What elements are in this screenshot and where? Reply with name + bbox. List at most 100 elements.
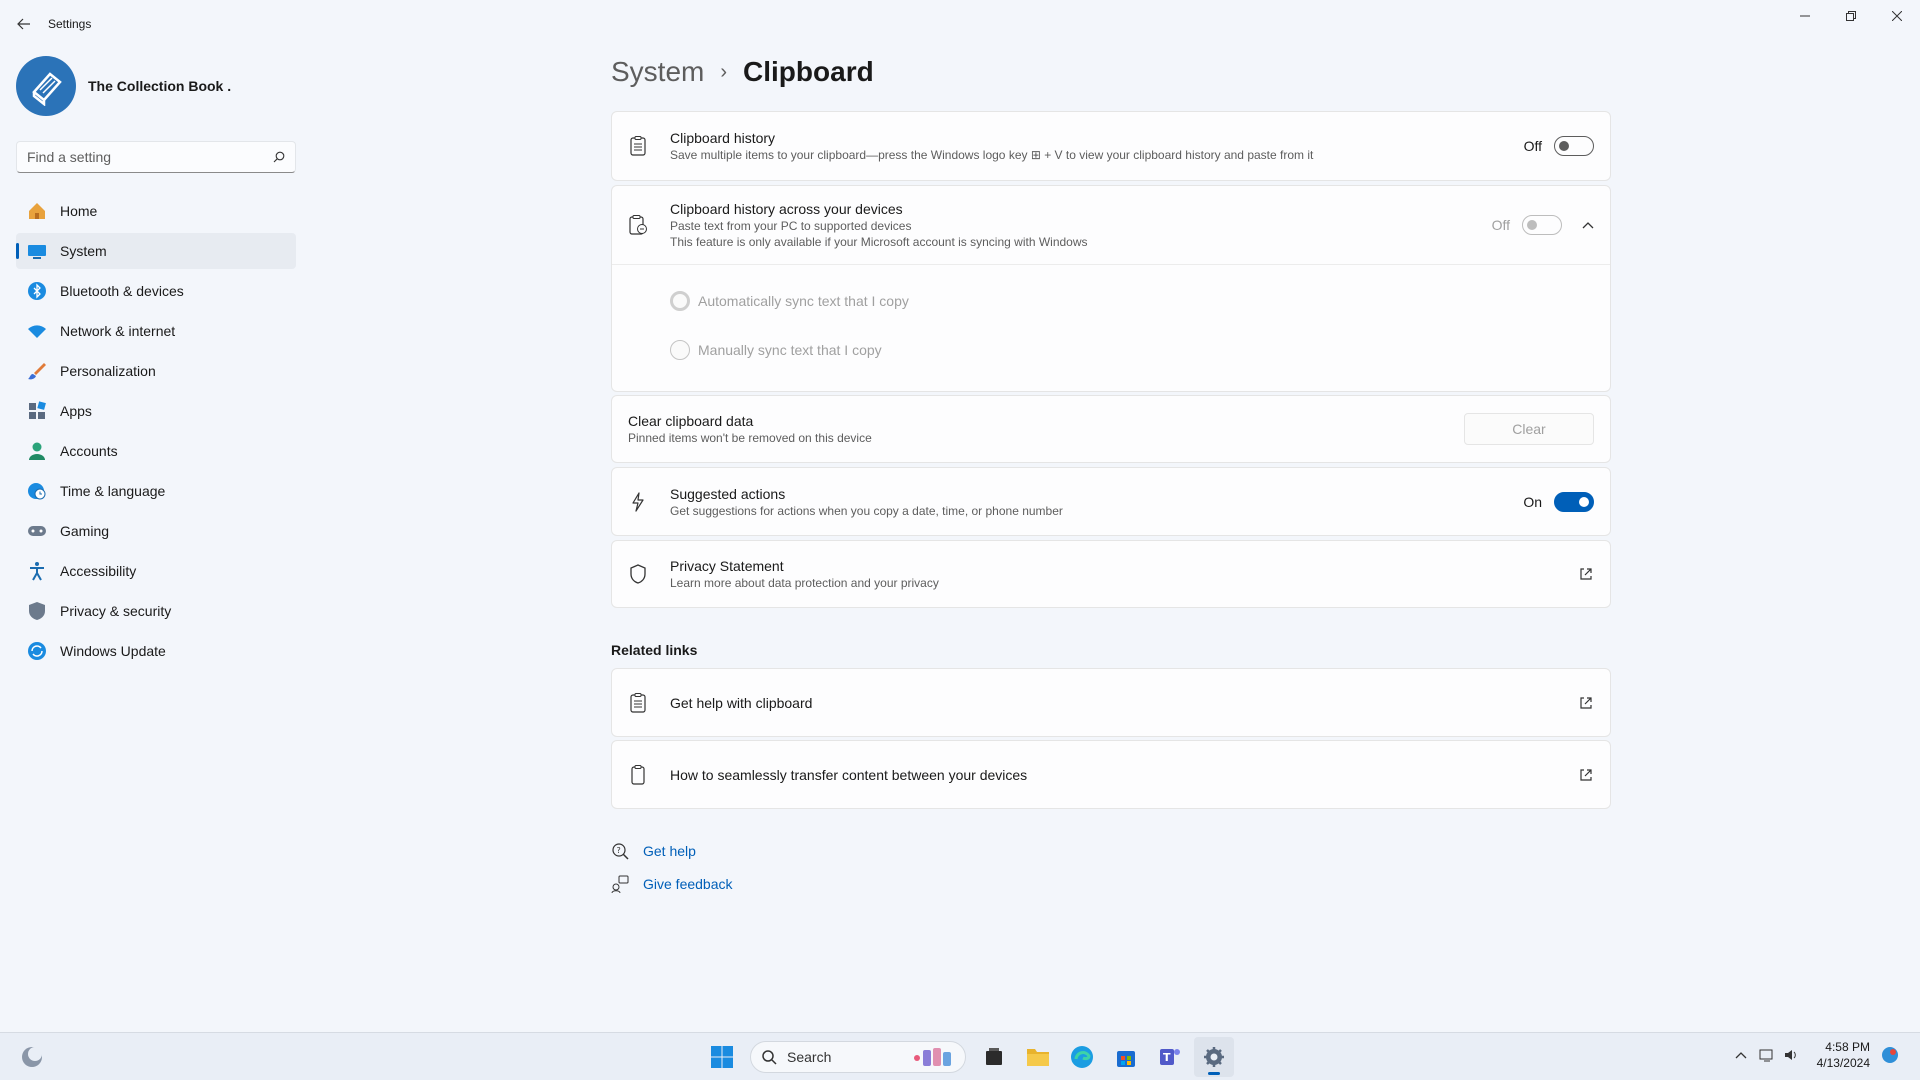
clipboard-history-card: Clipboard history Save multiple items to… — [611, 111, 1611, 181]
sidebar-item-bluetooth[interactable]: Bluetooth & devices — [16, 273, 296, 309]
breadcrumb: System › Clipboard — [611, 56, 874, 88]
sidebar-item-label: Privacy & security — [60, 603, 172, 619]
give-feedback-link[interactable]: Give feedback — [611, 875, 733, 893]
close-icon — [1892, 11, 1902, 21]
setting-desc: Get suggestions for actions when you cop… — [670, 503, 1063, 518]
related-links-heading: Related links — [611, 642, 698, 658]
task-view-button[interactable] — [974, 1037, 1014, 1077]
restore-icon — [1846, 11, 1856, 21]
sidebar-item-system[interactable]: System — [16, 233, 296, 269]
close-button[interactable] — [1874, 0, 1920, 32]
chevron-up-icon[interactable] — [1582, 218, 1594, 232]
search-highlight-icon — [914, 1048, 951, 1066]
setting-desc: Paste text from your PC to supported dev… — [670, 219, 912, 233]
windows-logo-icon — [711, 1046, 733, 1068]
external-link-icon[interactable] — [1578, 695, 1594, 711]
radio-label: Manually sync text that I copy — [698, 342, 882, 358]
chevron-right-icon: › — [720, 60, 728, 83]
external-link-icon[interactable] — [1578, 767, 1594, 783]
minimize-button[interactable] — [1782, 0, 1828, 32]
monitor-icon — [26, 240, 48, 262]
taskbar-search[interactable]: Search — [750, 1041, 966, 1073]
window-controls — [1782, 0, 1920, 32]
clipboard-sync-icon — [628, 215, 648, 235]
widgets-button[interactable] — [20, 1045, 44, 1074]
update-icon — [26, 640, 48, 662]
sidebar-item-label: Time & language — [60, 483, 166, 499]
sidebar-item-label: Windows Update — [60, 643, 166, 659]
settings-search[interactable] — [16, 141, 296, 173]
clear-clipboard-card: Clear clipboard data Pinned items won't … — [611, 395, 1611, 463]
search-icon — [273, 151, 285, 163]
sidebar-item-apps[interactable]: Apps — [16, 393, 296, 429]
clock-time: 4:58 PM — [1825, 1040, 1870, 1054]
sidebar-item-home[interactable]: Home — [16, 193, 296, 229]
sidebar-item-personalization[interactable]: Personalization — [16, 353, 296, 389]
settings-app-button[interactable] — [1194, 1037, 1234, 1077]
sidebar-item-privacy[interactable]: Privacy & security — [16, 593, 296, 629]
profile-name: The Collection Book . — [88, 78, 232, 94]
taskbar: Search T 4:58 PM 4/13/2024 — [0, 1032, 1920, 1080]
sidebar-item-label: Home — [60, 203, 98, 219]
radio-auto-sync[interactable]: Automatically sync text that I copy — [670, 289, 1610, 313]
sidebar-item-accessibility[interactable]: Accessibility — [16, 553, 296, 589]
feedback-icon — [611, 875, 629, 893]
globe-clock-icon — [26, 480, 48, 502]
taskbar-clock[interactable]: 4:58 PM 4/13/2024 — [1817, 1039, 1870, 1071]
clipboard-devices-toggle[interactable] — [1522, 215, 1562, 235]
notifications-icon[interactable] — [1880, 1045, 1900, 1065]
radio-manual-sync[interactable]: Manually sync text that I copy — [670, 338, 1610, 362]
sidebar-item-label: Personalization — [60, 363, 156, 379]
clipboard-history-toggle[interactable] — [1554, 136, 1594, 156]
get-help-link[interactable]: ? Get help — [611, 842, 696, 860]
chevron-up-icon[interactable] — [1735, 1051, 1747, 1059]
sidebar-item-accounts[interactable]: Accounts — [16, 433, 296, 469]
sidebar-item-label: Apps — [60, 403, 92, 419]
sidebar-item-windows-update[interactable]: Windows Update — [16, 633, 296, 669]
suggested-actions-card: Suggested actions Get suggestions for ac… — [611, 467, 1611, 536]
link-title: Get help with clipboard — [670, 694, 813, 711]
volume-icon[interactable] — [1783, 1047, 1799, 1063]
radio-label: Automatically sync text that I copy — [698, 293, 909, 309]
clipboard-devices-card: Clipboard history across your devices Pa… — [611, 185, 1611, 392]
get-help-label[interactable]: Get help — [643, 843, 696, 859]
avatar — [16, 56, 76, 116]
bluetooth-icon — [26, 280, 48, 302]
profile[interactable]: The Collection Book . — [16, 56, 231, 116]
related-link-transfer[interactable]: How to seamlessly transfer content betwe… — [611, 740, 1611, 809]
edge-button[interactable] — [1062, 1037, 1102, 1077]
store-button[interactable] — [1106, 1037, 1146, 1077]
sidebar-item-gaming[interactable]: Gaming — [16, 513, 296, 549]
start-button[interactable] — [702, 1037, 742, 1077]
taskbar-apps: Search T — [700, 1037, 1236, 1077]
related-link-help[interactable]: Get help with clipboard — [611, 668, 1611, 737]
gamepad-icon — [26, 520, 48, 542]
sidebar-nav: Home System Bluetooth & devices Network … — [16, 193, 296, 673]
teams-icon: T — [1160, 1049, 1180, 1065]
sidebar-item-network[interactable]: Network & internet — [16, 313, 296, 349]
radio-button[interactable] — [670, 340, 690, 360]
back-button[interactable] — [0, 0, 48, 48]
restore-button[interactable] — [1828, 0, 1874, 32]
folder-icon — [1027, 1049, 1049, 1066]
privacy-statement-card[interactable]: Privacy Statement Learn more about data … — [611, 540, 1611, 608]
breadcrumb-parent[interactable]: System — [611, 56, 704, 88]
brush-icon — [26, 360, 48, 382]
teams-button[interactable]: T — [1150, 1037, 1190, 1077]
sidebar-item-time-language[interactable]: Time & language — [16, 473, 296, 509]
help-chat-icon: ? — [612, 843, 629, 860]
external-link-icon[interactable] — [1578, 566, 1594, 582]
suggested-actions-toggle[interactable] — [1554, 491, 1594, 512]
give-feedback-label[interactable]: Give feedback — [643, 876, 733, 892]
search-input[interactable] — [27, 149, 273, 165]
clipboard-list-icon — [628, 692, 648, 713]
network-icon[interactable] — [1759, 1047, 1775, 1063]
clear-button[interactable]: Clear — [1464, 413, 1594, 445]
setting-title: Clipboard history — [670, 130, 776, 146]
radio-button[interactable] — [670, 291, 690, 311]
person-icon — [26, 440, 48, 462]
setting-title: Privacy Statement — [670, 558, 784, 574]
file-explorer-button[interactable] — [1018, 1037, 1058, 1077]
wifi-icon — [26, 320, 48, 342]
sidebar-item-label: System — [60, 243, 107, 259]
